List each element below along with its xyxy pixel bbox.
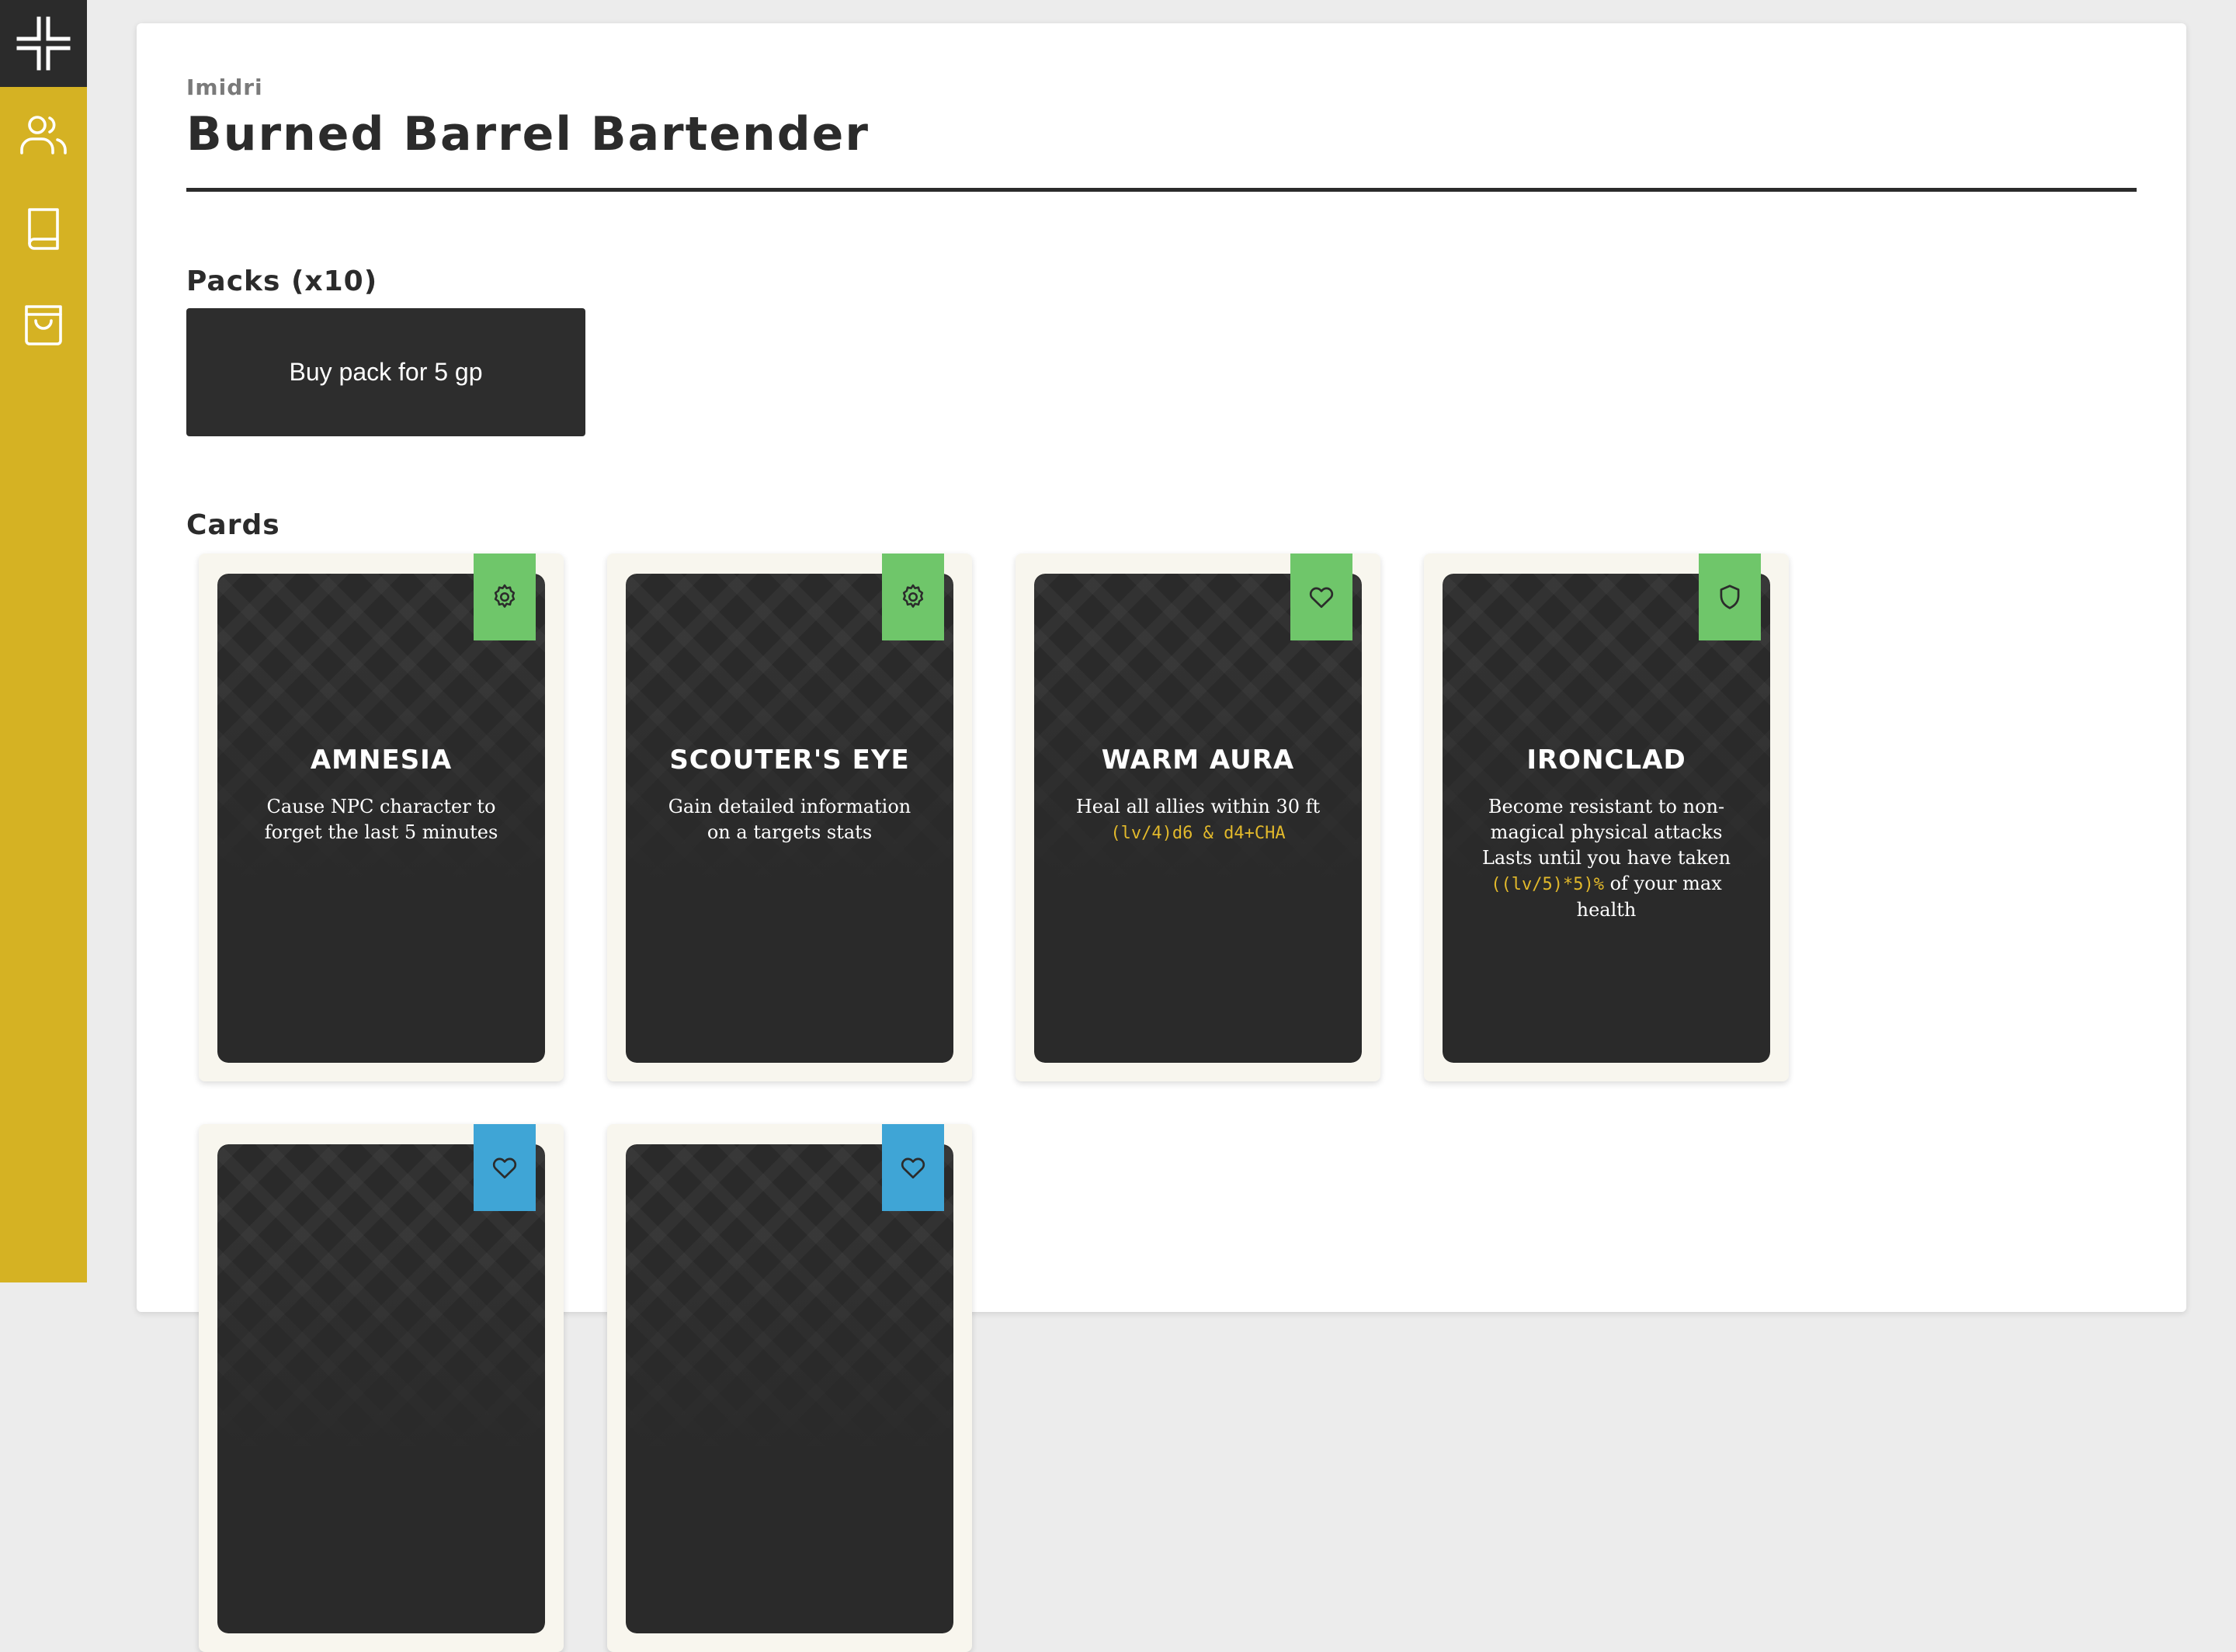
card-name: SCOUTER'S EYE xyxy=(669,744,910,776)
card-face: IRONCLAD Become resistant to non-magical… xyxy=(1443,574,1770,1063)
card-description: Become resistant to non-magical physical… xyxy=(1481,796,1731,921)
card-scouters-eye[interactable]: SCOUTER'S EYE Gain detailed information … xyxy=(607,554,972,1081)
card-face: AMNESIA Cause NPC character to forget th… xyxy=(217,574,545,1063)
card-formula: ((lv/5)*5)% xyxy=(1491,875,1604,894)
card-face xyxy=(626,1144,953,1633)
heart-icon xyxy=(901,1157,925,1179)
cross-logo-icon xyxy=(16,16,71,71)
card-6[interactable] xyxy=(607,1124,972,1652)
owner-name: Imidri xyxy=(186,75,263,100)
heart-icon xyxy=(1309,587,1334,609)
shopping-bag-icon xyxy=(25,305,62,345)
book-icon xyxy=(28,208,59,250)
card-face: WARM AURA Heal all allies within 30 ft (l… xyxy=(1034,574,1362,1063)
main-panel: Imidri Burned Barrel Bartender Packs (x1… xyxy=(137,23,2186,1652)
sidebar-item-book[interactable] xyxy=(0,182,87,276)
card-type-tag xyxy=(1699,554,1761,640)
title-divider xyxy=(186,188,2137,192)
card-ironclad[interactable]: IRONCLAD Become resistant to non-magical… xyxy=(1424,554,1789,1081)
card-type-tag xyxy=(474,554,536,640)
card-description: Heal all allies within 30 ft (lv/4)d6 & d… xyxy=(1075,796,1321,843)
gear-icon xyxy=(902,584,924,608)
card-5[interactable] xyxy=(199,1124,564,1652)
users-icon xyxy=(20,116,67,154)
cards-heading: Cards xyxy=(186,509,280,541)
card-warm-aura[interactable]: WARM AURA Heal all allies within 30 ft (l… xyxy=(1016,554,1380,1081)
card-name: IRONCLAD xyxy=(1526,744,1686,776)
card-type-tag xyxy=(882,1124,944,1211)
card-description: Gain detailed information on a targets s… xyxy=(668,796,911,843)
card-type-tag xyxy=(1290,554,1352,640)
card-face xyxy=(217,1144,545,1633)
card-description: Cause NPC character to forget the last 5… xyxy=(264,796,498,843)
shield-icon xyxy=(1720,585,1740,609)
gear-icon xyxy=(494,584,516,608)
card-name: WARM AURA xyxy=(1101,744,1295,776)
card-type-tag xyxy=(474,1124,536,1211)
card-type-tag xyxy=(882,554,944,640)
sidebar-item-characters[interactable] xyxy=(0,87,87,182)
sidebar xyxy=(0,0,87,1282)
card-face: SCOUTER'S EYE Gain detailed information … xyxy=(626,574,953,1063)
packs-heading: Packs (x10) xyxy=(186,266,378,297)
card-name: AMNESIA xyxy=(310,744,453,776)
buy-pack-button[interactable]: Buy pack for 5 gp xyxy=(186,308,585,436)
card-amnesia[interactable]: AMNESIA Cause NPC character to forget th… xyxy=(199,554,564,1081)
heart-icon xyxy=(492,1157,517,1179)
app-logo[interactable] xyxy=(0,0,87,87)
sidebar-item-shop[interactable] xyxy=(0,276,87,371)
card-formula: (lv/4)d6 & d4+CHA xyxy=(1110,824,1286,843)
page-title: Burned Barrel Bartender xyxy=(186,107,870,161)
